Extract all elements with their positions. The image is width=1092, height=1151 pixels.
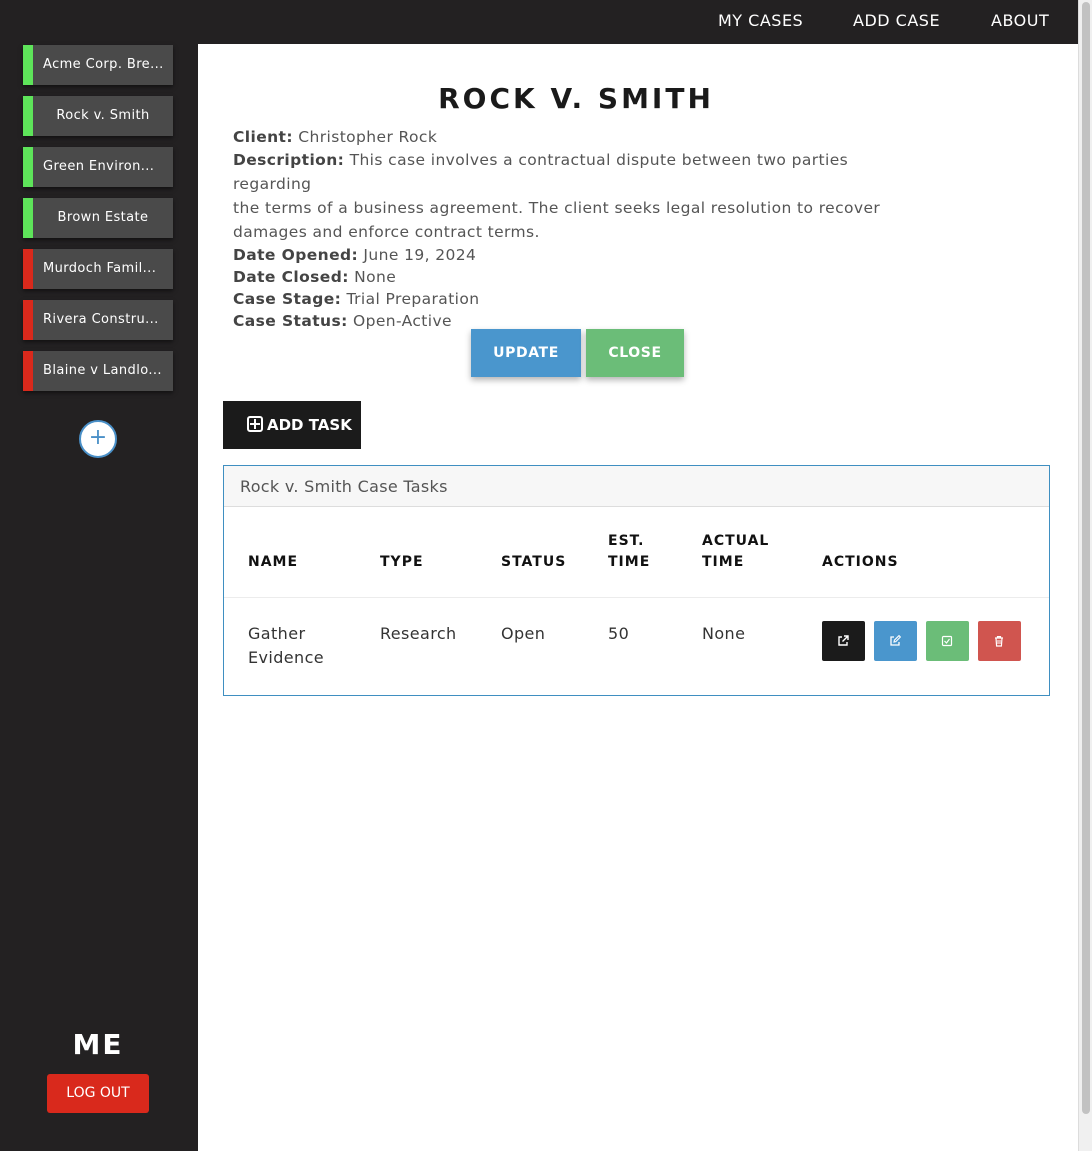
case-status-label: Case Status: xyxy=(233,312,348,330)
check-square-icon xyxy=(941,635,953,647)
task-actual-time-cell: None xyxy=(702,624,746,643)
tasks-panel-header: Rock v. Smith Case Tasks xyxy=(224,466,1049,507)
complete-task-button[interactable] xyxy=(926,621,969,661)
sidebar-case-brown-estate[interactable]: Brown Estate xyxy=(23,198,173,238)
case-status-bar xyxy=(23,249,33,289)
date-closed-value: None xyxy=(354,268,397,286)
col-header-actions: ACTIONS xyxy=(822,554,899,570)
case-status-value: Open-Active xyxy=(353,312,452,330)
tasks-panel: Rock v. Smith Case Tasks NAME TYPE STATU… xyxy=(223,465,1050,696)
col-header-actual-line1: ACTUAL xyxy=(702,533,770,549)
client-line: Client: Christopher Rock xyxy=(233,126,923,148)
col-header-est-line1: EST. xyxy=(608,533,645,549)
edit-icon xyxy=(890,635,901,646)
case-status-bar xyxy=(23,198,33,238)
col-header-est-line2: TIME xyxy=(608,554,651,570)
nav-about[interactable]: ABOUT xyxy=(991,11,1049,30)
col-header-name: NAME xyxy=(248,554,299,570)
client-label: Client: xyxy=(233,128,293,146)
case-status-bar xyxy=(23,351,33,391)
sidebar: Acme Corp. Bre... Rock v. Smith Green En… xyxy=(0,44,198,1151)
sidebar-case-blaine[interactable]: Blaine v Landlo... xyxy=(23,351,173,391)
case-stage-value: Trial Preparation xyxy=(346,290,480,308)
sidebar-case-rock-v-smith[interactable]: Rock v. Smith xyxy=(23,96,173,136)
case-stage-label: Case Stage: xyxy=(233,290,342,308)
nav-my-cases[interactable]: MY CASES xyxy=(718,11,803,30)
case-status-bar xyxy=(23,45,33,85)
sidebar-case-label: Blaine v Landlo... xyxy=(43,363,162,378)
case-details: Client: Christopher Rock Description: Th… xyxy=(233,126,923,332)
sidebar-case-green-environ[interactable]: Green Environ... xyxy=(23,147,173,187)
col-header-est-time: EST. TIME xyxy=(608,531,650,573)
sidebar-case-rivera[interactable]: Rivera Constru... xyxy=(23,300,173,340)
tasks-panel-title: Rock v. Smith Case Tasks xyxy=(240,477,448,496)
sidebar-case-label: Brown Estate xyxy=(57,210,149,225)
main-content: ROCK V. SMITH Client: Christopher Rock D… xyxy=(198,44,1078,1151)
delete-task-button[interactable] xyxy=(978,621,1021,661)
description-line: Description: This case involves a contra… xyxy=(233,148,923,196)
description-text-2: the terms of a business agreement. The c… xyxy=(233,199,881,217)
sidebar-case-label: Green Environ... xyxy=(43,159,155,174)
date-opened-value: June 19, 2024 xyxy=(363,246,477,264)
sidebar-case-label: Rivera Constru... xyxy=(43,312,159,327)
date-opened-label: Date Opened: xyxy=(233,246,359,264)
nav-add-case[interactable]: ADD CASE xyxy=(853,11,940,30)
col-header-status: STATUS xyxy=(501,554,567,570)
sidebar-case-label: Murdoch Famil... xyxy=(43,261,157,276)
date-opened-line: Date Opened: June 19, 2024 xyxy=(233,244,923,266)
task-name-line2: Evidence xyxy=(248,648,325,667)
scrollbar-thumb[interactable] xyxy=(1082,2,1090,1114)
case-status-bar xyxy=(23,96,33,136)
case-status-bar xyxy=(23,147,33,187)
logout-button[interactable]: LOG OUT xyxy=(47,1074,149,1113)
col-header-actual-time: ACTUAL TIME xyxy=(702,531,769,573)
task-name-line1: Gather xyxy=(248,624,306,643)
update-button[interactable]: UPDATE xyxy=(471,329,581,377)
add-case-plus-icon[interactable]: + xyxy=(79,420,117,458)
date-closed-label: Date Closed: xyxy=(233,268,349,286)
close-case-button[interactable]: CLOSE xyxy=(586,329,684,377)
page-title: ROCK V. SMITH xyxy=(438,82,714,115)
date-closed-line: Date Closed: None xyxy=(233,266,923,288)
plus-square-icon xyxy=(247,416,263,432)
add-task-label: ADD TASK xyxy=(267,416,352,434)
sidebar-case-label: Rock v. Smith xyxy=(56,108,150,123)
top-nav: MY CASES ADD CASE ABOUT xyxy=(0,0,1078,44)
edit-task-button[interactable] xyxy=(874,621,917,661)
task-type-cell: Research xyxy=(380,624,457,643)
task-name-cell: Gather Evidence xyxy=(248,622,324,670)
add-task-button[interactable]: ADD TASK xyxy=(223,401,361,449)
user-name: ME xyxy=(72,1028,124,1061)
case-stage-line: Case Stage: Trial Preparation xyxy=(233,288,923,310)
external-link-icon xyxy=(838,635,849,646)
sidebar-case-murdoch[interactable]: Murdoch Famil... xyxy=(23,249,173,289)
page-scrollbar[interactable] xyxy=(1078,0,1092,1151)
trash-icon xyxy=(995,636,1003,647)
description-text-3: damages and enforce contract terms. xyxy=(233,223,540,241)
col-header-actual-line2: TIME xyxy=(702,554,745,570)
client-value: Christopher Rock xyxy=(298,128,438,146)
open-task-button[interactable] xyxy=(822,621,865,661)
sidebar-case-label: Acme Corp. Bre... xyxy=(43,57,164,72)
task-est-time-cell: 50 xyxy=(608,624,630,643)
table-row-divider xyxy=(224,597,1049,598)
sidebar-case-acme[interactable]: Acme Corp. Bre... xyxy=(23,45,173,85)
task-status-cell: Open xyxy=(501,624,546,643)
description-label: Description: xyxy=(233,151,345,169)
col-header-type: TYPE xyxy=(380,554,424,570)
case-status-bar xyxy=(23,300,33,340)
